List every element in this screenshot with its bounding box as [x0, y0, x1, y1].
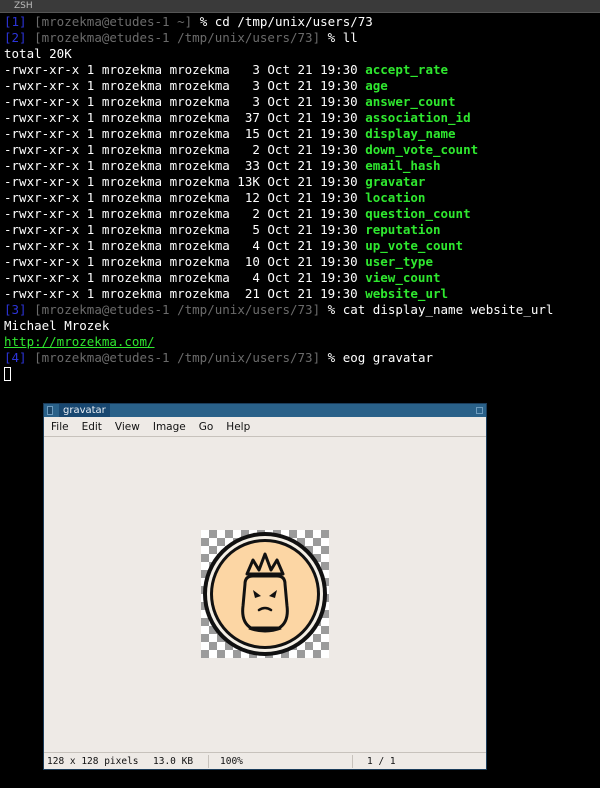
- file-row: -rwxr-xr-x 1 mrozekma mrozekma 3 Oct 21 …: [4, 94, 598, 110]
- file-meta: -rwxr-xr-x 1 mrozekma mrozekma 12 Oct 21…: [4, 190, 366, 205]
- file-row: -rwxr-xr-x 1 mrozekma mrozekma 4 Oct 21 …: [4, 270, 598, 286]
- file-row: -rwxr-xr-x 1 mrozekma mrozekma 2 Oct 21 …: [4, 142, 598, 158]
- command-text: eog gravatar: [342, 350, 434, 365]
- prompt-line: [2] [mrozekma@etudes-1 /tmp/unix/users/7…: [4, 30, 358, 45]
- file-row: -rwxr-xr-x 1 mrozekma mrozekma 13K Oct 2…: [4, 174, 598, 190]
- terminal-output[interactable]: [1] [mrozekma@etudes-1 ~] % cd /tmp/unix…: [4, 14, 598, 382]
- terminal-titlebar: ZSH: [0, 0, 600, 13]
- website-url-link[interactable]: http://mrozekma.com/: [4, 334, 155, 349]
- file-name[interactable]: age: [365, 78, 388, 93]
- window-close-icon[interactable]: [476, 407, 483, 414]
- image-viewer-titlebar[interactable]: gravatar: [44, 404, 486, 417]
- file-row: -rwxr-xr-x 1 mrozekma mrozekma 12 Oct 21…: [4, 190, 598, 206]
- gravatar-image: [201, 530, 329, 658]
- zoom-level: 100%: [220, 756, 243, 767]
- file-row: -rwxr-xr-x 1 mrozekma mrozekma 21 Oct 21…: [4, 286, 598, 302]
- image-viewer-statusbar: 128 x 128 pixels 13.0 KB 100% 1 / 1: [44, 752, 486, 770]
- file-name[interactable]: up_vote_count: [365, 238, 463, 253]
- image-viewer-title: gravatar: [59, 404, 110, 417]
- file-row: -rwxr-xr-x 1 mrozekma mrozekma 37 Oct 21…: [4, 110, 598, 126]
- file-meta: -rwxr-xr-x 1 mrozekma mrozekma 33 Oct 21…: [4, 158, 366, 173]
- file-name[interactable]: reputation: [365, 222, 440, 237]
- file-name[interactable]: gravatar: [365, 174, 425, 189]
- menu-bar: File Edit View Image Go Help: [44, 417, 486, 437]
- file-meta: -rwxr-xr-x 1 mrozekma mrozekma 2 Oct 21 …: [4, 206, 366, 221]
- file-meta: -rwxr-xr-x 1 mrozekma mrozekma 37 Oct 21…: [4, 110, 366, 125]
- ls-total: total 20K: [4, 46, 72, 61]
- file-name[interactable]: answer_count: [365, 94, 455, 109]
- file-name[interactable]: user_type: [365, 254, 433, 269]
- file-row: -rwxr-xr-x 1 mrozekma mrozekma 2 Oct 21 …: [4, 206, 598, 222]
- file-meta: -rwxr-xr-x 1 mrozekma mrozekma 3 Oct 21 …: [4, 62, 366, 77]
- menu-edit[interactable]: Edit: [82, 421, 102, 433]
- file-row: -rwxr-xr-x 1 mrozekma mrozekma 15 Oct 21…: [4, 126, 598, 142]
- file-meta: -rwxr-xr-x 1 mrozekma mrozekma 4 Oct 21 …: [4, 238, 366, 253]
- command-text: cat display_name website_url: [342, 302, 554, 317]
- prompt-line: [3] [mrozekma@etudes-1 /tmp/unix/users/7…: [4, 302, 554, 317]
- file-meta: -rwxr-xr-x 1 mrozekma mrozekma 13K Oct 2…: [4, 174, 366, 189]
- file-name[interactable]: down_vote_count: [365, 142, 478, 157]
- file-name[interactable]: question_count: [365, 206, 470, 221]
- file-meta: -rwxr-xr-x 1 mrozekma mrozekma 10 Oct 21…: [4, 254, 366, 269]
- file-meta: -rwxr-xr-x 1 mrozekma mrozekma 2 Oct 21 …: [4, 142, 366, 157]
- file-meta: -rwxr-xr-x 1 mrozekma mrozekma 3 Oct 21 …: [4, 94, 366, 109]
- file-listing: -rwxr-xr-x 1 mrozekma mrozekma 3 Oct 21 …: [4, 62, 598, 302]
- file-name[interactable]: view_count: [365, 270, 440, 285]
- command-text: cd /tmp/unix/users/73: [214, 14, 373, 29]
- terminal-cursor[interactable]: [4, 367, 11, 381]
- menu-help[interactable]: Help: [226, 421, 250, 433]
- file-row: -rwxr-xr-x 1 mrozekma mrozekma 3 Oct 21 …: [4, 78, 598, 94]
- menu-image[interactable]: Image: [153, 421, 186, 433]
- file-row: -rwxr-xr-x 1 mrozekma mrozekma 3 Oct 21 …: [4, 62, 598, 78]
- file-row: -rwxr-xr-x 1 mrozekma mrozekma 5 Oct 21 …: [4, 222, 598, 238]
- file-meta: -rwxr-xr-x 1 mrozekma mrozekma 3 Oct 21 …: [4, 78, 366, 93]
- file-row: -rwxr-xr-x 1 mrozekma mrozekma 33 Oct 21…: [4, 158, 598, 174]
- crowned-cat-avatar-icon: [203, 532, 327, 656]
- image-viewport[interactable]: [47, 439, 483, 751]
- file-name[interactable]: association_id: [365, 110, 470, 125]
- prompt-line: [4] [mrozekma@etudes-1 /tmp/unix/users/7…: [4, 350, 434, 365]
- display-name-output: Michael Mrozek: [4, 318, 110, 333]
- file-name[interactable]: accept_rate: [365, 62, 448, 77]
- file-name[interactable]: location: [365, 190, 425, 205]
- menu-file[interactable]: File: [51, 421, 69, 433]
- terminal-title: ZSH: [14, 1, 33, 11]
- file-row: -rwxr-xr-x 1 mrozekma mrozekma 4 Oct 21 …: [4, 238, 598, 254]
- file-meta: -rwxr-xr-x 1 mrozekma mrozekma 5 Oct 21 …: [4, 222, 366, 237]
- image-position: 1 / 1: [367, 756, 396, 767]
- file-name[interactable]: email_hash: [365, 158, 440, 173]
- file-name[interactable]: display_name: [365, 126, 455, 141]
- command-text: ll: [342, 30, 358, 45]
- window-menu-icon[interactable]: [47, 406, 53, 415]
- file-row: -rwxr-xr-x 1 mrozekma mrozekma 10 Oct 21…: [4, 254, 598, 270]
- file-name[interactable]: website_url: [365, 286, 448, 301]
- image-file-size: 13.0 KB: [153, 756, 194, 767]
- image-dimensions: 128 x 128 pixels: [47, 756, 139, 767]
- prompt-line: [1] [mrozekma@etudes-1 ~] % cd /tmp/unix…: [4, 14, 373, 29]
- menu-view[interactable]: View: [115, 421, 140, 433]
- menu-go[interactable]: Go: [199, 421, 214, 433]
- image-viewer-window[interactable]: gravatar File Edit View Image Go Help 12…: [43, 403, 487, 770]
- file-meta: -rwxr-xr-x 1 mrozekma mrozekma 21 Oct 21…: [4, 286, 366, 301]
- file-meta: -rwxr-xr-x 1 mrozekma mrozekma 15 Oct 21…: [4, 126, 366, 141]
- file-meta: -rwxr-xr-x 1 mrozekma mrozekma 4 Oct 21 …: [4, 270, 366, 285]
